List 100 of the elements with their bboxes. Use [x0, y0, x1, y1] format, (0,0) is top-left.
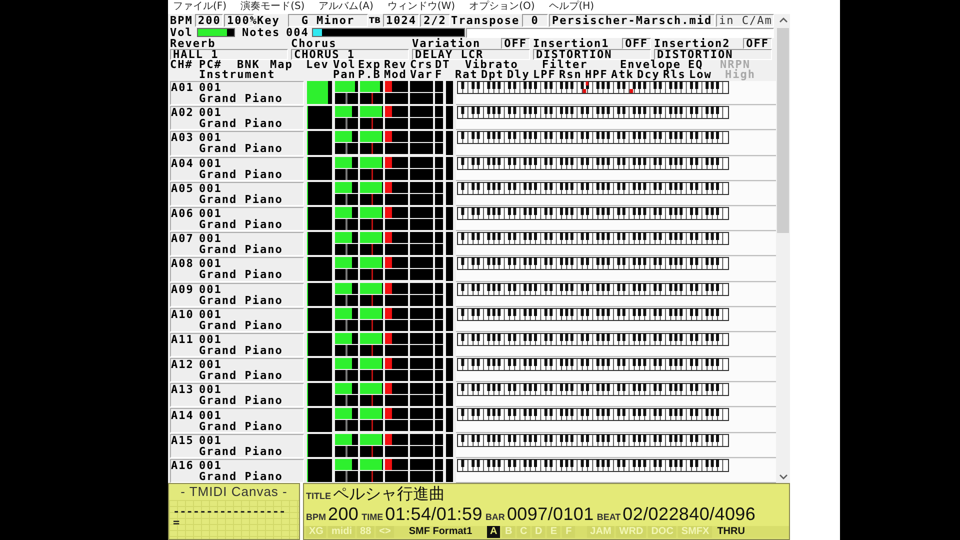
effect-state[interactable]: OFF: [501, 38, 530, 49]
program-number: 001: [199, 434, 222, 446]
chorus-meter: [410, 182, 433, 193]
filter-meter: [435, 93, 443, 104]
field-label: TIME: [362, 512, 384, 522]
status-indicator: SMFX: [678, 526, 712, 538]
menu-item[interactable]: アルバム(A): [318, 0, 374, 14]
menu-item[interactable]: ファイル(F): [173, 0, 227, 14]
menu-item[interactable]: ウィンドウ(W): [387, 0, 456, 14]
column-header: P.B: [358, 70, 382, 80]
title-label: TITLE: [306, 491, 331, 501]
filter-meter: [435, 194, 443, 205]
delay-meter: [435, 131, 443, 142]
channel-info[interactable]: A02 001 Grand Piano: [170, 106, 304, 130]
channel-info[interactable]: A15 001 Grand Piano: [170, 434, 304, 458]
time-signature-field[interactable]: 2/2: [420, 14, 450, 27]
scroll-down-icon[interactable]: [778, 474, 788, 480]
status-indicator: B: [502, 526, 516, 538]
scrollbar-thumb[interactable]: [777, 28, 789, 233]
pan-meter: [335, 244, 358, 256]
variation-meter: [410, 218, 433, 230]
song-title: ペルシャ行進曲: [333, 484, 445, 504]
channel-info[interactable]: A13 001 Grand Piano: [170, 383, 304, 408]
group-header: Vibrato: [465, 60, 518, 70]
channel-info[interactable]: A07 001 Grand Piano: [170, 232, 304, 256]
file-key-field: in C/Am: [716, 14, 774, 27]
menu-item[interactable]: 演奏モード(S): [240, 0, 305, 14]
tb-field[interactable]: 1024: [383, 14, 419, 27]
column-header: Dpt: [481, 70, 504, 80]
channel-info[interactable]: A11 001 Grand Piano: [170, 332, 304, 358]
effect-state[interactable]: OFF: [622, 38, 651, 49]
column-header: DT: [435, 60, 452, 70]
instrument-name: Grand Piano: [198, 143, 284, 154]
pan-meter: [335, 118, 358, 130]
variation-meter: [410, 395, 433, 406]
field-value: 01:54/01:59: [385, 504, 482, 524]
bpm-field[interactable]: 200: [195, 14, 223, 27]
status-indicator: XG: [306, 526, 326, 538]
channel-info[interactable]: A10 001 Grand Piano: [170, 308, 304, 332]
effect-state[interactable]: OFF: [743, 38, 772, 49]
menu-item[interactable]: オプション(O): [469, 0, 535, 14]
instrument-name: Grand Piano: [198, 420, 284, 432]
tb-label: TB: [369, 16, 382, 26]
pitch-bend-meter: [360, 344, 383, 356]
program-number: 001: [199, 258, 222, 270]
column-header: Exp: [358, 60, 382, 70]
effect-type-field[interactable]: DELAY LCR: [412, 49, 530, 60]
effect-name: Chorus: [291, 38, 337, 50]
chorus-meter: [410, 81, 433, 92]
program-number: 001: [199, 410, 222, 421]
channel-info[interactable]: A06 001 Grand Piano: [170, 206, 304, 232]
column-header: Dly: [507, 70, 531, 80]
scrollbar[interactable]: [776, 14, 790, 483]
instrument-name: Grand Piano: [198, 470, 284, 482]
field-label: BPM: [306, 512, 326, 522]
column-header: PC#: [199, 60, 222, 70]
program-number: 001: [199, 284, 222, 295]
delay-meter: [435, 156, 443, 168]
pitch-bend-meter: [360, 244, 383, 256]
pan-meter: [335, 470, 358, 482]
effect-type-field[interactable]: HALL 1: [170, 49, 288, 60]
channel-info[interactable]: A04 001 Grand Piano: [170, 156, 304, 181]
channel-info[interactable]: A14 001 Grand Piano: [170, 408, 304, 433]
column-header: Dcy: [637, 70, 660, 80]
program-number: 001: [199, 82, 222, 94]
channel-info[interactable]: A05 001 Grand Piano: [170, 182, 304, 206]
chorus-meter: [410, 458, 433, 470]
status-indicator: F: [562, 526, 576, 538]
channel-info[interactable]: A03 001 Grand Piano: [170, 131, 304, 156]
pan-meter: [335, 395, 358, 406]
lcd-title: - TMIDI Canvas -: [180, 484, 288, 500]
filter-meter: [435, 320, 443, 331]
scroll-up-icon[interactable]: [778, 17, 788, 23]
channel-info[interactable]: A16 001 Grand Piano: [170, 458, 304, 483]
file-name-field[interactable]: Persischer-Marsch.mid: [549, 14, 715, 27]
variation-meter: [410, 244, 433, 256]
channel-info[interactable]: A09 001 Grand Piano: [170, 282, 304, 307]
field-label: BEAT: [596, 512, 621, 522]
delay-meter: [435, 282, 443, 294]
channel-info[interactable]: A12 001 Grand Piano: [170, 358, 304, 382]
channel-info[interactable]: A01 001 Grand Piano: [170, 81, 304, 106]
status-indicator: <>: [376, 526, 394, 538]
variation-meter: [410, 370, 433, 382]
effect-type-field[interactable]: CHORUS 1: [291, 49, 409, 60]
pan-meter: [335, 344, 358, 356]
column-header: Rls: [663, 70, 687, 80]
transpose-label: Transpose: [451, 14, 521, 26]
effect-type-field[interactable]: DISTORTION: [533, 49, 651, 60]
key-field[interactable]: G Minor: [288, 14, 368, 27]
effect-type-field[interactable]: DISTORTION: [654, 49, 772, 60]
channel-info[interactable]: A08 001 Grand Piano: [170, 257, 304, 282]
variation-meter: [410, 143, 433, 154]
chorus-meter: [410, 282, 433, 294]
speed-field[interactable]: 100%: [224, 14, 254, 27]
status-indicator: A: [487, 526, 500, 538]
pitch-bend-meter: [360, 470, 383, 482]
column-header: Vol: [333, 60, 357, 70]
variation-meter: [410, 93, 433, 104]
transpose-field[interactable]: 0: [522, 14, 548, 27]
menu-item[interactable]: ヘルプ(H): [548, 0, 594, 14]
